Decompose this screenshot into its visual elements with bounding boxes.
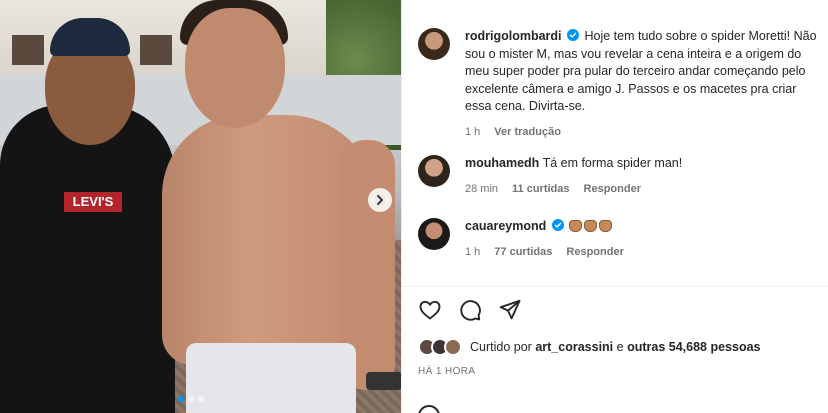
comment-likes[interactable]: 11 curtidas (512, 181, 569, 199)
reply-button[interactable]: Responder (566, 244, 623, 262)
actions-divider (402, 286, 828, 287)
clapping-hands-icon (584, 220, 598, 232)
photo-watch (366, 372, 401, 390)
caption-body: rodrigolombardi Hoje tem tudo sobre o sp… (465, 28, 825, 141)
carousel-dots (178, 396, 204, 402)
comment-icon[interactable] (458, 298, 482, 322)
commenter-avatar[interactable] (418, 218, 450, 250)
heart-icon[interactable] (418, 298, 442, 322)
comment-row: mouhamedh Tá em forma spider man! 28 min… (418, 155, 825, 198)
comment-body: cauareymond 1 h 77 curtidas Responder (465, 218, 825, 261)
clapping-hands-icon (599, 220, 613, 232)
post-timestamp[interactable]: HÁ 1 HORA (418, 366, 476, 377)
photo-face-right (185, 8, 285, 128)
commenter-username[interactable]: mouhamedh (465, 156, 539, 170)
comment-likes[interactable]: 77 curtidas (494, 244, 552, 262)
share-icon[interactable] (498, 298, 522, 322)
caption-time: 1 h (465, 125, 481, 138)
photo-window (12, 35, 44, 65)
see-translation-link[interactable]: Ver tradução (494, 124, 561, 142)
comment-row: cauareymond 1 h 77 curtidas Responder (418, 218, 825, 261)
post-side-panel: rodrigolombardi Hoje tem tudo sobre o sp… (401, 0, 828, 413)
post-actions (418, 298, 522, 322)
comment-body: mouhamedh Tá em forma spider man! 28 min… (465, 155, 825, 198)
liked-by-row: Curtido por art_corassini e outras 54,68… (418, 338, 761, 356)
comment-meta: 28 min 11 curtidas Responder (465, 181, 825, 199)
author-avatar[interactable] (418, 28, 450, 60)
photo-person-left (0, 105, 175, 413)
reply-button[interactable]: Responder (584, 181, 641, 199)
carousel-next-button[interactable] (368, 188, 392, 212)
photo-window (140, 35, 172, 65)
liker-avatar (444, 338, 462, 356)
caption-row: rodrigolombardi Hoje tem tudo sobre o sp… (418, 28, 825, 141)
liked-by-others[interactable]: outras 54,688 pessoas (627, 340, 760, 354)
post-photo[interactable]: LEVI'S (0, 0, 401, 413)
commenter-avatar[interactable] (418, 155, 450, 187)
carousel-dot (188, 396, 194, 402)
chevron-right-icon (377, 195, 383, 205)
carousel-dot (178, 396, 184, 402)
liked-by-prefix: Curtido por (470, 340, 532, 354)
comment-meta: 1 h 77 curtidas Responder (465, 244, 825, 262)
liked-by-joiner: e (616, 340, 624, 354)
photo-pants (186, 343, 356, 413)
verified-badge-icon (567, 29, 580, 41)
liked-by-avatars[interactable] (418, 338, 462, 356)
add-comment-icon[interactable] (418, 405, 440, 413)
carousel-dot (198, 396, 204, 402)
commenter-username[interactable]: cauareymond (465, 219, 546, 233)
comment-text: Tá em forma spider man! (542, 156, 683, 170)
comment-time: 1 h (465, 245, 481, 258)
photo-shirt-logo: LEVI'S (64, 192, 122, 212)
caption-meta: 1 h Ver tradução (465, 124, 825, 142)
comment-time: 28 min (465, 182, 499, 195)
comment-emojis (569, 220, 613, 232)
liked-by-user[interactable]: art_corassini (535, 340, 613, 354)
verified-badge-icon (551, 219, 564, 231)
clapping-hands-icon (569, 220, 583, 232)
author-username[interactable]: rodrigolombardi (465, 29, 562, 43)
